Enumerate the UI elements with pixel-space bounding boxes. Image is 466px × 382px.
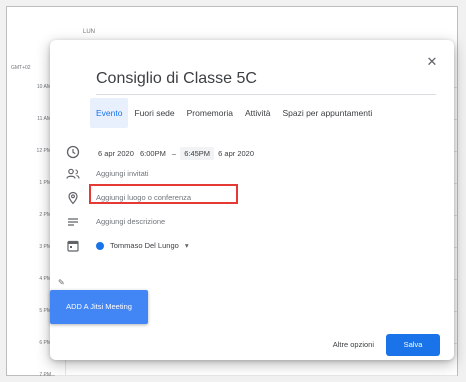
hour-label: 11 AM (37, 116, 51, 122)
tab-spazi-appuntamenti[interactable]: Spazi per appuntamenti (276, 98, 378, 128)
guests-row: Aggiungi invitati (50, 164, 454, 184)
tab-evento[interactable]: Evento (90, 98, 129, 128)
tab-promemoria[interactable]: Promemoria (181, 98, 239, 128)
add-jitsi-meeting-button[interactable]: ADD A Jitsi Meeting (50, 290, 148, 324)
time-row: 6 apr 2020 6:00PM – 6:45PM 6 apr 2020 (50, 142, 454, 162)
description-input[interactable]: Aggiungi descrizione (96, 217, 165, 226)
tab-attivita[interactable]: Attività (239, 98, 277, 128)
day-label: LUN (83, 29, 96, 35)
timezone-label: GMT+02 (11, 65, 31, 71)
end-time[interactable]: 6:45PM (180, 147, 215, 160)
event-dialog: ✕ Consiglio di Classe 5C Evento Fuori se… (50, 40, 454, 360)
start-time[interactable]: 6:00PM (138, 148, 168, 159)
hour-label: 10 AM (36, 84, 51, 90)
start-date[interactable]: 6 apr 2020 (96, 148, 136, 159)
calendar-owner-row: Tommaso Del Lungo ▾ (50, 236, 454, 256)
hour-label: 12 PM (36, 148, 51, 154)
guests-input[interactable]: Aggiungi invitati (96, 169, 149, 178)
location-pin-icon (68, 191, 78, 205)
close-icon[interactable]: ✕ (424, 54, 440, 70)
hour-label: 3 PM (39, 244, 51, 250)
hour-gridline (55, 375, 457, 376)
pencil-icon: ✎ (58, 278, 65, 287)
people-icon (66, 168, 80, 179)
calendar-owner-select[interactable]: Tommaso Del Lungo ▾ (96, 241, 189, 251)
calendar-icon (67, 240, 79, 252)
hour-label: 6 PM (39, 340, 51, 346)
calendar-owner-name: Tommaso Del Lungo (110, 241, 179, 250)
hour-label: 5 PM (39, 308, 51, 314)
title-underline (96, 94, 436, 95)
hour-label: 2 PM (39, 212, 51, 218)
location-highlight-box (89, 184, 238, 204)
location-row: Aggiungi luogo o conferenza (50, 184, 454, 208)
time-separator: – (171, 149, 177, 158)
hour-label: 1 PM (39, 180, 51, 186)
calendar-color-dot (96, 242, 104, 251)
clock-icon (66, 145, 80, 159)
description-icon (68, 218, 78, 226)
event-type-tabs: Evento Fuori sede Promemoria Attività Sp… (90, 98, 378, 128)
save-button[interactable]: Salva (386, 334, 440, 356)
tab-fuori-sede[interactable]: Fuori sede (128, 98, 180, 128)
end-date[interactable]: 6 apr 2020 (216, 148, 256, 159)
hour-label: 4 PM (39, 276, 51, 282)
chevron-down-icon: ▾ (184, 241, 189, 250)
more-options-button[interactable]: Altre opzioni (333, 340, 374, 349)
time-range: 6 apr 2020 6:00PM – 6:45PM 6 apr 2020 (96, 147, 256, 160)
hour-label: 7 PM (39, 372, 51, 378)
description-row: Aggiungi descrizione (50, 212, 454, 232)
event-title[interactable]: Consiglio di Classe 5C (96, 70, 257, 88)
